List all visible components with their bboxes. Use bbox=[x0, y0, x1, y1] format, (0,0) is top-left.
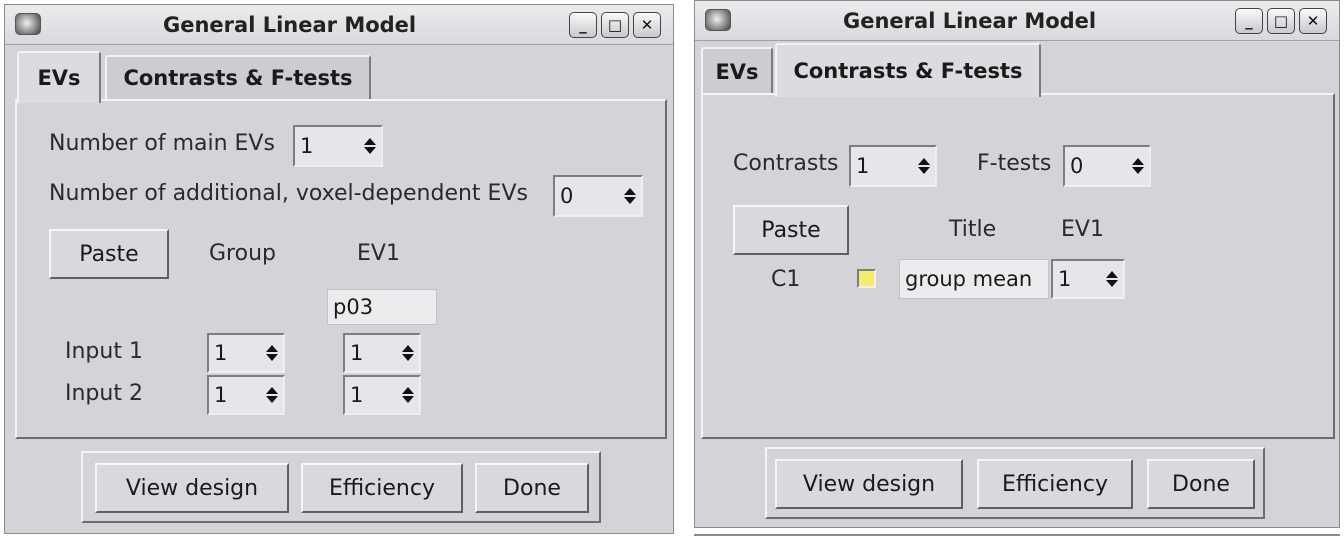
title-header: Title bbox=[949, 217, 997, 242]
tab-evs[interactable]: EVs bbox=[701, 47, 773, 95]
up-arrow-icon[interactable] bbox=[917, 158, 930, 165]
down-arrow-icon[interactable] bbox=[1105, 280, 1118, 287]
contrasts-stepper[interactable]: 1 bbox=[849, 145, 937, 187]
main-evs-stepper[interactable]: 1 bbox=[293, 125, 383, 167]
input-2-ev1-arrows[interactable] bbox=[399, 380, 416, 410]
input-2-group-arrows[interactable] bbox=[263, 380, 280, 410]
left-window: General Linear Model _ □ ✕ EVs Contrasts… bbox=[4, 4, 674, 534]
done-button[interactable]: Done bbox=[1147, 459, 1255, 509]
tab-contrasts[interactable]: Contrasts & F-tests bbox=[775, 43, 1041, 97]
view-design-button[interactable]: View design bbox=[95, 463, 289, 513]
maximize-icon[interactable]: □ bbox=[601, 12, 629, 38]
contrast-c1-ev1-stepper[interactable]: 1 bbox=[1051, 259, 1125, 299]
left-button-bar: View design Efficiency Done bbox=[81, 451, 601, 523]
group-header: Group bbox=[209, 241, 276, 266]
input-2-group-value[interactable]: 1 bbox=[214, 377, 227, 413]
up-arrow-icon[interactable] bbox=[401, 387, 414, 394]
up-arrow-icon[interactable] bbox=[265, 345, 278, 352]
main-evs-label: Number of main EVs bbox=[49, 131, 275, 156]
contrasts-panel: Contrasts 1 F-tests 0 Paste Title EV1 C1… bbox=[701, 93, 1335, 439]
additional-evs-stepper[interactable]: 0 bbox=[553, 175, 643, 217]
ftests-label: F-tests bbox=[977, 151, 1052, 176]
input-2-group-stepper[interactable]: 1 bbox=[207, 375, 285, 415]
additional-evs-value[interactable]: 0 bbox=[560, 177, 573, 215]
evs-panel: Number of main EVs 1 Number of additiona… bbox=[15, 99, 667, 439]
up-arrow-icon[interactable] bbox=[623, 188, 636, 195]
close-icon[interactable]: ✕ bbox=[1299, 8, 1327, 34]
contrast-c1-title-field[interactable]: group mean bbox=[899, 259, 1049, 299]
ev1-header: EV1 bbox=[357, 241, 400, 266]
input-1-label: Input 1 bbox=[65, 339, 143, 364]
right-button-bar: View design Efficiency Done bbox=[765, 447, 1265, 519]
down-arrow-icon[interactable] bbox=[265, 396, 278, 403]
ftests-stepper[interactable]: 0 bbox=[1063, 145, 1151, 187]
ftests-value[interactable]: 0 bbox=[1070, 147, 1083, 185]
up-arrow-icon[interactable] bbox=[401, 345, 414, 352]
ev1-name-field[interactable]: p03 bbox=[327, 289, 437, 325]
efficiency-button[interactable]: Efficiency bbox=[301, 463, 463, 513]
left-titlebar[interactable]: General Linear Model _ □ ✕ bbox=[5, 5, 673, 45]
contrasts-label: Contrasts bbox=[733, 151, 839, 176]
down-arrow-icon[interactable] bbox=[623, 197, 636, 204]
down-arrow-icon[interactable] bbox=[265, 354, 278, 361]
input-2-ev1-stepper[interactable]: 1 bbox=[343, 375, 421, 415]
input-1-ev1-value[interactable]: 1 bbox=[350, 335, 363, 371]
down-arrow-icon[interactable] bbox=[401, 354, 414, 361]
up-arrow-icon[interactable] bbox=[1131, 158, 1144, 165]
contrasts-value[interactable]: 1 bbox=[856, 147, 869, 185]
maximize-icon[interactable]: □ bbox=[1267, 8, 1295, 34]
input-1-group-value[interactable]: 1 bbox=[214, 335, 227, 371]
up-arrow-icon[interactable] bbox=[265, 387, 278, 394]
paste-button[interactable]: Paste bbox=[733, 205, 849, 255]
paste-button[interactable]: Paste bbox=[49, 229, 169, 279]
bottom-divider bbox=[694, 534, 1340, 536]
right-window: General Linear Model _ □ ✕ EVs Contrasts… bbox=[694, 0, 1340, 528]
main-evs-value[interactable]: 1 bbox=[300, 127, 313, 165]
input-2-label: Input 2 bbox=[65, 381, 143, 406]
minimize-icon[interactable]: _ bbox=[569, 12, 597, 38]
input-1-group-stepper[interactable]: 1 bbox=[207, 333, 285, 373]
input-2-ev1-value[interactable]: 1 bbox=[350, 377, 363, 413]
input-1-ev1-stepper[interactable]: 1 bbox=[343, 333, 421, 373]
main-evs-arrows[interactable] bbox=[361, 130, 378, 162]
input-1-ev1-arrows[interactable] bbox=[399, 338, 416, 368]
input-1-group-arrows[interactable] bbox=[263, 338, 280, 368]
right-window-title: General Linear Model bbox=[843, 9, 1097, 33]
ftests-arrows[interactable] bbox=[1129, 150, 1146, 182]
right-titlebar[interactable]: General Linear Model _ □ ✕ bbox=[695, 1, 1339, 41]
tab-contrasts[interactable]: Contrasts & F-tests bbox=[105, 55, 371, 99]
left-window-title: General Linear Model bbox=[163, 13, 417, 37]
additional-evs-arrows[interactable] bbox=[621, 180, 638, 212]
brain-icon[interactable] bbox=[705, 9, 731, 31]
contrasts-arrows[interactable] bbox=[915, 150, 932, 182]
down-arrow-icon[interactable] bbox=[363, 147, 376, 154]
down-arrow-icon[interactable] bbox=[1131, 167, 1144, 174]
close-icon[interactable]: ✕ bbox=[633, 12, 661, 38]
down-arrow-icon[interactable] bbox=[401, 396, 414, 403]
contrast-c1-ev1-value[interactable]: 1 bbox=[1058, 261, 1071, 297]
up-arrow-icon[interactable] bbox=[1105, 271, 1118, 278]
contrast-c1-checkbox[interactable] bbox=[857, 269, 876, 288]
ev1-header: EV1 bbox=[1061, 217, 1104, 242]
efficiency-button[interactable]: Efficiency bbox=[977, 459, 1133, 509]
brain-icon[interactable] bbox=[15, 13, 41, 35]
up-arrow-icon[interactable] bbox=[363, 138, 376, 145]
contrast-c1-ev1-arrows[interactable] bbox=[1103, 264, 1120, 294]
additional-evs-label: Number of additional, voxel-dependent EV… bbox=[49, 181, 528, 206]
tab-evs[interactable]: EVs bbox=[17, 51, 101, 103]
done-button[interactable]: Done bbox=[475, 463, 589, 513]
contrast-c1-label: C1 bbox=[771, 267, 801, 292]
view-design-button[interactable]: View design bbox=[775, 459, 963, 509]
down-arrow-icon[interactable] bbox=[917, 167, 930, 174]
minimize-icon[interactable]: _ bbox=[1235, 8, 1263, 34]
